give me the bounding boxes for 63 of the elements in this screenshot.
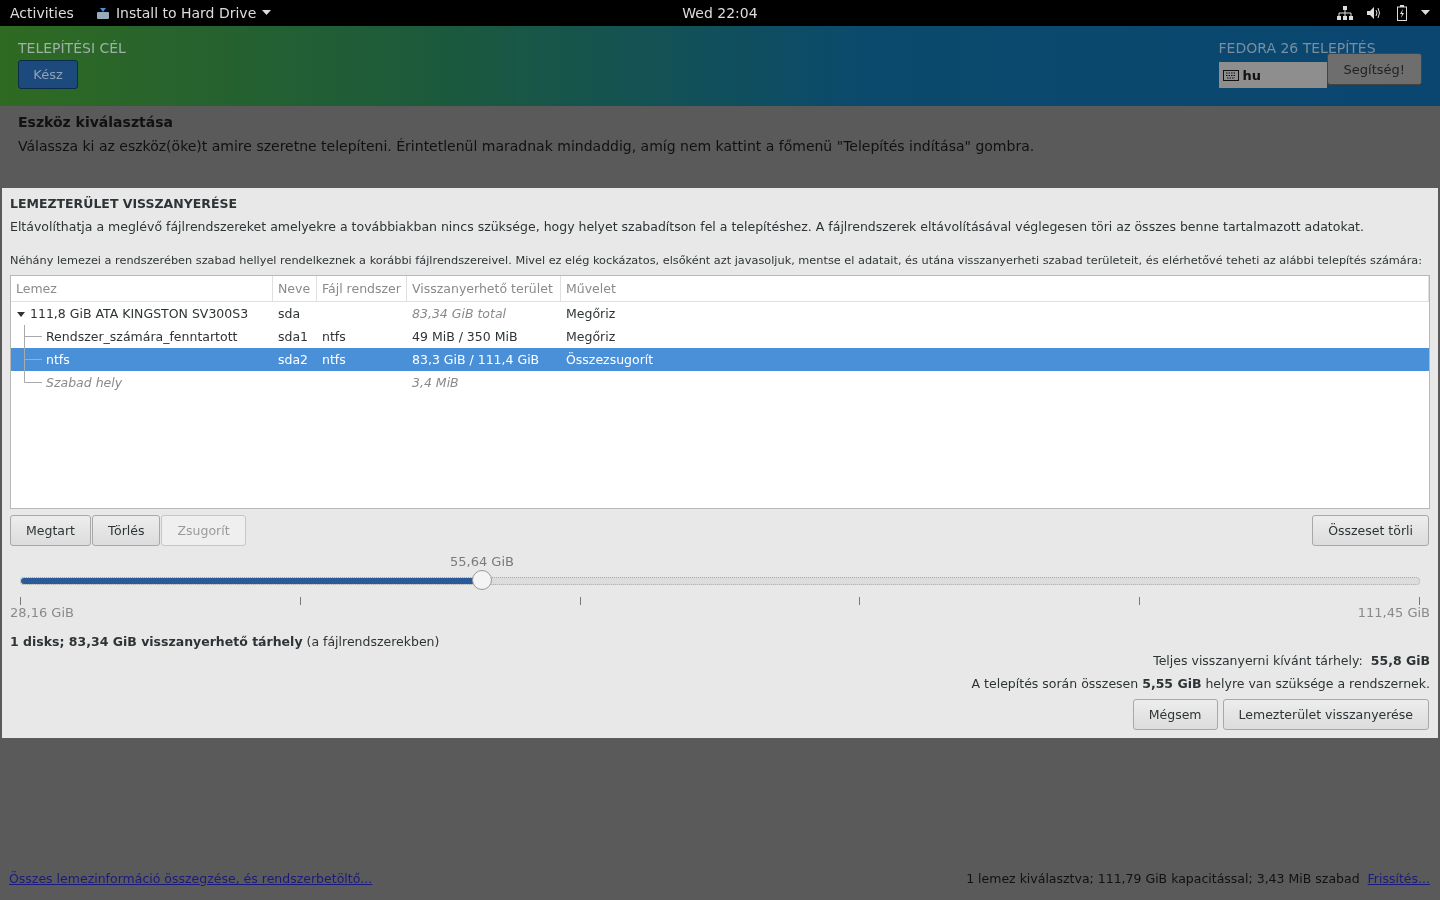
tree-row[interactable]: ntfs (11, 348, 273, 371)
keyboard-layout-field[interactable]: hu (1218, 62, 1327, 88)
column-header[interactable]: Fájl rendszer (317, 276, 407, 302)
reclaimable-space: 3,4 MiB (412, 375, 459, 390)
product-title: FEDORA 26 TELEPÍTÉS (1218, 40, 1376, 56)
action-button[interactable]: Törlés (92, 515, 161, 546)
section-heading: Eszköz kiválasztása (18, 114, 174, 130)
action-label: Megőriz (566, 306, 616, 321)
section-description: Válassza ki az eszköz(öke)t amire szeretne telepíteni. Érintetlenül maradnak mindaddig, amíg nem kattint a főmenü "Telepítés indítása" gombra. (18, 138, 1036, 154)
app-menu[interactable]: Install to Hard Drive (95, 5, 272, 21)
action-label: Összezsugorít (566, 352, 654, 367)
activities-button[interactable]: Activities (10, 5, 74, 21)
column-header[interactable]: Művelet (561, 276, 1429, 302)
tree-connector-line (24, 325, 42, 348)
slider-value: 55,64 GiB (450, 554, 514, 569)
device-name: sda2 (278, 352, 309, 367)
dialog-text: Néhány lemezei a rendszerében szabad hellyel rendelkeznek a korábbi fájlrendszereivel. Mivel ez elég kockázatos, elsőként azt javasoljuk, mentse el adatait, és utána visszanyerheti szabad területeit, és elérhetővé teheti az alábbi telepítés számára: (10, 253, 1423, 269)
installer-icon (95, 6, 110, 20)
volume-icon[interactable] (1367, 6, 1383, 20)
tree-row[interactable]: Szabad hely (11, 371, 273, 394)
filesystem-type: ntfs (322, 352, 346, 367)
clock[interactable]: Wed 22:04 (682, 5, 758, 21)
dialog-title: LEMEZTERÜLET VISSZANYERÉSE (10, 196, 239, 211)
action-button[interactable]: Megtart (10, 515, 91, 546)
tree-row[interactable]: 111,8 GiB ATA KINGSTON SV300S3 (11, 302, 273, 325)
disk-name: Rendszer_számára_fenntartott (46, 329, 238, 344)
total-label: Teljes visszanyerni kívánt tárhely: (1153, 653, 1363, 668)
caret-icon[interactable] (1421, 10, 1430, 16)
keyboard-icon (1222, 69, 1239, 81)
column-header[interactable]: Lemez (11, 276, 273, 302)
required-space-text: A telepítés során összesen 5,55 GiB helyre van szüksége a rendszernek. (971, 676, 1430, 691)
disk-name: Szabad hely (46, 375, 123, 390)
reclaimable-summary: 1 disks; 83,34 GiB visszanyerhető tárhely (a fájlrendszerekben) (10, 634, 441, 649)
column-header[interactable]: Visszanyerhető terület (407, 276, 561, 302)
slider-min-label: 28,16 GiB (10, 605, 74, 620)
reclaimable-space: 83,34 GiB total (412, 306, 507, 321)
network-icon[interactable] (1337, 6, 1353, 20)
column-header[interactable]: Neve (273, 276, 317, 302)
slider-max-label: 111,45 GiB (1357, 605, 1430, 620)
disk-summary-link[interactable]: Összes lemezinformáció összegzése, és rendszerbetöltő... (9, 871, 373, 886)
disk-name: 111,8 GiB ATA KINGSTON SV300S3 (30, 306, 249, 321)
total-value: 55,8 GiB (1370, 653, 1430, 668)
selection-status: 1 lemez kiválasztva; 111,79 GiB kapacitással; 3,43 MiB szabad (966, 871, 1360, 886)
reclaimable-space: 83,3 GiB / 111,4 GiB (412, 352, 540, 367)
dialog-text: Eltávolíthatja a meglévő fájlrendszereket amelyekre a továbbiakban nincs szüksége, hogy helyet szabadítson fel a telepítéshez. A fájlrendszerek eltávolításával véglegesen töri az összes benne tartalmazott adatokat. (10, 219, 1365, 235)
reclaimable-space: 49 MiB / 350 MiB (412, 329, 518, 344)
cancel-button[interactable]: Mégsem (1132, 699, 1218, 730)
tree-row[interactable]: Rendszer_számára_fenntartott (11, 325, 273, 348)
filesystem-type: ntfs (322, 329, 346, 344)
slider-handle[interactable] (472, 570, 492, 590)
size-slider[interactable] (20, 570, 1420, 592)
disk-name: ntfs (46, 352, 70, 367)
done-button[interactable]: Kész (18, 60, 78, 89)
delete-all-button[interactable]: Összeset törli (1312, 515, 1429, 546)
dropdown-caret-icon (262, 10, 272, 16)
device-name: sda (278, 306, 301, 321)
refresh-link[interactable]: Frissítés... (1367, 871, 1430, 886)
action-label: Megőriz (566, 329, 616, 344)
spoke-title: TELEPÍTÉSI CÉL (18, 40, 126, 56)
help-button[interactable]: Segítség! (1326, 53, 1422, 85)
device-name: sda1 (278, 329, 309, 344)
battery-icon[interactable] (1397, 5, 1407, 21)
reclaim-button[interactable]: Lemezterület visszanyerése (1222, 699, 1429, 730)
